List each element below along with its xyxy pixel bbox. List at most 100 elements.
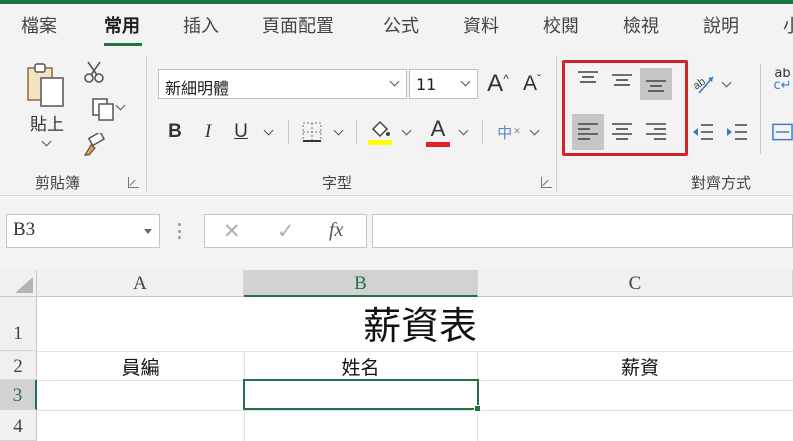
caret-down-icon — [144, 229, 152, 234]
font-color-dropdown-icon[interactable] — [458, 125, 469, 136]
font-name-combo[interactable]: 新細明體 — [158, 69, 407, 99]
chevron-down-icon — [41, 136, 52, 147]
scissors-icon — [84, 61, 104, 83]
font-color-glyph: A — [430, 115, 446, 141]
format-painter-icon — [83, 133, 105, 156]
svg-text:ab: ab — [691, 76, 708, 93]
wrap-text-button[interactable]: ab c↵ — [772, 68, 793, 98]
tab-data[interactable]: 資料 — [463, 12, 499, 38]
row-header-4[interactable]: 4 — [0, 410, 37, 441]
orientation-icon: ab — [691, 76, 714, 94]
orientation-button[interactable]: ab — [688, 68, 720, 98]
font-color-button[interactable]: A — [424, 116, 452, 148]
ribbon-tabs: 檔案 常用 插入 頁面配置 公式 資料 校閱 檢視 說明 小 — [0, 4, 793, 46]
sheet-title-cell[interactable]: 薪資表 — [37, 302, 793, 350]
header-cell-b2[interactable]: 姓名 — [244, 354, 477, 382]
phonetic-guide-button[interactable]: 中 ✕ — [494, 118, 524, 146]
increase-font-size-button[interactable]: A ^ — [482, 68, 514, 100]
paste-label: 貼上 — [30, 115, 64, 135]
decrease-indent-button[interactable] — [688, 118, 718, 146]
caret-up-icon: ^ — [503, 72, 509, 86]
header-cell-a2[interactable]: 員編 — [37, 354, 244, 382]
underline-dropdown-icon[interactable] — [263, 125, 274, 136]
increase-indent-button[interactable] — [722, 118, 752, 146]
font-divider — [288, 120, 289, 144]
cancel-icon[interactable]: ✕ — [223, 219, 241, 243]
group-divider — [556, 56, 557, 192]
alignment-highlight-frame — [562, 60, 688, 156]
tab-view[interactable]: 檢視 — [623, 12, 659, 38]
italic-button[interactable]: I — [196, 117, 220, 147]
paint-bucket-icon — [368, 120, 392, 145]
row-header-2[interactable]: 2 — [0, 351, 37, 380]
merge-center-button[interactable] — [772, 118, 793, 146]
font-divider — [356, 120, 357, 144]
fill-color-button[interactable] — [366, 116, 394, 148]
copy-icon — [92, 98, 114, 121]
name-box-value: B3 — [13, 219, 36, 240]
cut-button[interactable] — [82, 60, 106, 84]
paste-icon — [27, 63, 64, 107]
decrease-font-size-button[interactable]: Aˇ — [516, 68, 548, 100]
caret-down-icon: ˇ — [537, 72, 541, 86]
alignment-group-label: 對齊方式 — [691, 174, 752, 192]
header-cell-c2[interactable]: 薪資 — [477, 354, 793, 382]
gridline — [37, 351, 793, 352]
underline-button[interactable]: U — [229, 117, 253, 147]
tab-page-layout[interactable]: 頁面配置 — [262, 12, 334, 38]
column-header-a[interactable]: A — [37, 270, 244, 297]
tab-more[interactable]: 小 — [783, 12, 793, 38]
wrap-arrow-icon: c↵ — [773, 78, 792, 93]
enter-check-icon[interactable]: ✓ — [277, 219, 295, 243]
orientation-dropdown-icon[interactable] — [721, 77, 732, 88]
name-box[interactable]: B3 — [6, 214, 160, 248]
shrink-font-glyph: A — [522, 72, 537, 95]
font-divider — [482, 120, 483, 144]
copy-button[interactable] — [80, 96, 128, 122]
tab-formulas[interactable]: 公式 — [383, 12, 419, 38]
formula-buttons: ✕ ✓ fx — [204, 214, 367, 248]
formula-bar: B3 ✕ ✓ fx — [0, 196, 793, 270]
font-size-value: 11 — [416, 75, 437, 94]
active-cell-b3[interactable] — [243, 379, 479, 410]
row-header-1[interactable]: 1 — [0, 297, 37, 351]
increase-indent-icon — [727, 124, 747, 140]
column-header-c[interactable]: C — [478, 270, 793, 297]
fill-color-dropdown-icon[interactable] — [401, 125, 412, 136]
font-dialog-launcher[interactable] — [541, 177, 552, 188]
formula-bar-grip[interactable] — [178, 223, 181, 239]
fill-handle[interactable] — [474, 405, 481, 412]
tab-help[interactable]: 說明 — [703, 12, 739, 38]
font-name-value: 新細明體 — [165, 79, 230, 98]
grow-font-glyph: A — [487, 70, 504, 97]
phonetic-glyph: 中 — [497, 123, 513, 142]
insert-function-button[interactable]: fx — [329, 219, 343, 242]
clipboard-dialog-launcher[interactable] — [128, 177, 139, 188]
select-all-button[interactable] — [0, 270, 37, 297]
borders-dropdown-icon[interactable] — [333, 125, 344, 136]
phonetic-dropdown-icon[interactable] — [529, 125, 540, 136]
merge-center-icon — [772, 123, 793, 141]
worksheet-grid: A B C 1 2 3 4 薪資表 員編 姓名 薪資 — [0, 270, 793, 441]
clipboard-group-label: 剪貼簿 — [35, 174, 81, 192]
ribbon: 貼上 剪貼簿 新細明體 11 A ^ Aˇ B I U A 中 ✕ 字型 ab … — [0, 46, 793, 196]
format-painter-button[interactable] — [80, 132, 106, 158]
formula-input[interactable] — [372, 214, 793, 248]
tab-home[interactable]: 常用 — [104, 12, 140, 38]
borders-button[interactable] — [298, 118, 326, 146]
column-header-b[interactable]: B — [244, 270, 478, 297]
alignment-divider — [760, 64, 761, 154]
font-group-label: 字型 — [322, 174, 353, 192]
tab-insert[interactable]: 插入 — [183, 12, 219, 38]
group-divider — [146, 56, 147, 192]
font-size-combo[interactable]: 11 — [409, 69, 478, 99]
tab-file[interactable]: 檔案 — [21, 12, 57, 38]
font-color-swatch — [426, 141, 450, 147]
row-header-3[interactable]: 3 — [0, 380, 37, 410]
bold-button[interactable]: B — [163, 117, 187, 147]
tab-review[interactable]: 校閱 — [543, 12, 579, 38]
chevron-down-icon — [115, 100, 126, 111]
paste-button[interactable]: 貼上 — [24, 60, 70, 152]
borders-icon — [302, 122, 322, 142]
decrease-indent-icon — [693, 124, 713, 140]
